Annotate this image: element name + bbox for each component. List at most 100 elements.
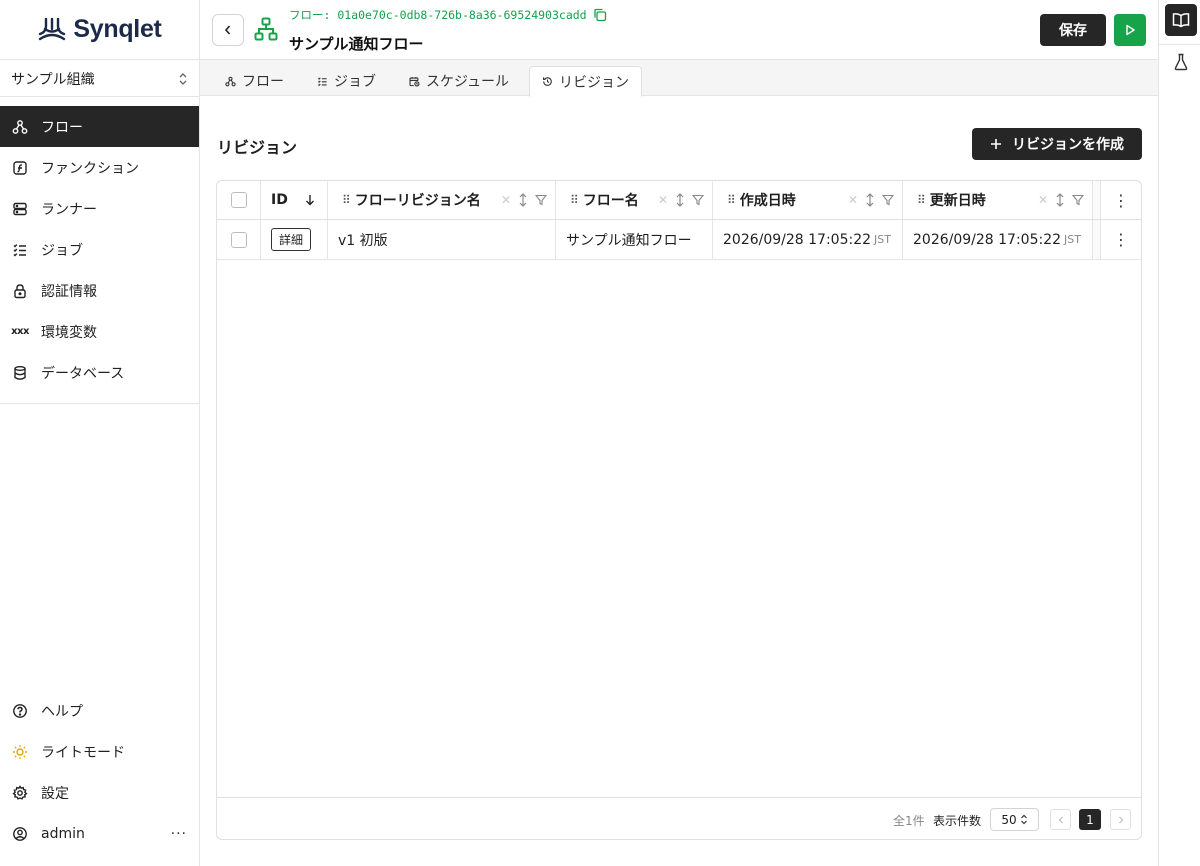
chevron-updown-icon [1020,814,1027,825]
sidebar-item-label: 環境変数 [41,324,97,341]
lock-icon [12,283,28,299]
prev-page-button[interactable] [1050,809,1071,830]
clear-icon[interactable]: ✕ [1038,193,1048,207]
column-header-id[interactable]: ID [261,181,328,219]
sidebar-item-theme[interactable]: ライトモード [0,731,199,772]
copy-icon[interactable] [593,8,607,22]
filter-icon[interactable] [882,194,894,206]
sort-icon[interactable] [519,193,527,207]
plus-icon [991,139,1001,149]
current-page[interactable]: 1 [1079,809,1101,830]
logo-text: Synqlet [73,15,162,43]
column-header-actions: ⋮ [1101,181,1141,219]
table-header: ID ⠿ フローリビジョン名 ✕ ⠿ フロー名 ✕ ⠿ 作成日時 ✕ ⠿ 更新日… [217,181,1141,220]
sidebar-item-settings[interactable]: 設定 [0,772,199,813]
column-label: フローリビジョン名 [354,193,481,209]
select-all-cell [217,181,261,219]
drag-handle-icon[interactable]: ⠿ [342,193,351,207]
more-icon[interactable]: ··· [171,826,187,842]
sidebar-item-label: 認証情報 [41,283,97,300]
sort-icon[interactable] [1056,193,1064,207]
revisions-table: ID ⠿ フローリビジョン名 ✕ ⠿ フロー名 ✕ ⠿ 作成日時 ✕ ⠿ 更新日… [216,180,1142,840]
column-menu-icon[interactable]: ⋮ [1113,191,1129,210]
sort-icon[interactable] [866,193,874,207]
chevron-right-icon [1118,816,1123,823]
column-actions: ✕ [501,193,547,207]
page-title: サンプル通知フロー [289,35,424,53]
sidebar-item-label: データベース [41,365,125,382]
row-checkbox[interactable] [230,231,247,248]
create-revision-button[interactable]: リビジョンを作成 [972,128,1142,160]
run-button[interactable] [1114,14,1146,46]
clear-icon[interactable]: ✕ [658,193,668,207]
updated-datetime: 2026/09/28 17:05:22 [913,231,1062,248]
gear-icon [12,784,28,801]
select-all-checkbox[interactable] [230,192,247,208]
docs-button[interactable] [1165,4,1197,36]
tab-label: スケジュール [426,74,510,90]
org-selector[interactable]: サンプル組織 [0,61,199,97]
created-timezone: JST [874,233,891,246]
tab-label: リビジョン [559,74,629,91]
tab-schedule[interactable]: スケジュール [397,66,521,96]
sidebar-item-runner[interactable]: ランナー [0,188,199,229]
column-header-revision-name[interactable]: ⠿ フローリビジョン名 ✕ [328,181,556,219]
sidebar-item-database[interactable]: データベース [0,352,199,393]
org-name: サンプル組織 [11,71,95,88]
column-header-created[interactable]: ⠿ 作成日時 ✕ [713,181,903,219]
updated-cell: 2026/09/28 17:05:22 JST [903,220,1093,259]
sort-icon[interactable] [676,193,684,207]
sidebar-item-flow[interactable]: フロー [0,106,199,147]
test-button[interactable] [1165,46,1197,78]
updated-timezone: JST [1064,233,1081,246]
logo[interactable]: Synqlet [0,0,199,60]
next-page-button[interactable] [1110,809,1131,830]
sidebar-item-label: ジョブ [41,242,83,259]
column-header-flow-name[interactable]: ⠿ フロー名 ✕ [556,181,713,219]
history-icon [543,77,552,86]
filter-icon[interactable] [1072,194,1084,206]
sidebar-item-jobs[interactable]: ジョブ [0,229,199,270]
user-icon [12,826,28,842]
tab-label: ジョブ [334,74,376,90]
clear-icon[interactable]: ✕ [848,193,858,207]
tab-revisions[interactable]: リビジョン [529,66,642,97]
tab-label: フロー [242,74,284,90]
drag-handle-icon[interactable]: ⠿ [727,193,736,207]
filter-icon[interactable] [535,194,547,206]
row-select-cell [217,220,261,259]
column-gap [1093,220,1101,259]
list-check-icon [12,242,28,258]
table-row: 詳細 v1 初版 サンプル通知フロー 2026/09/28 17:05:22 J… [217,220,1141,260]
sidebar-item-function[interactable]: ファンクション [0,147,199,188]
database-icon [12,365,28,381]
sidebar-item-help[interactable]: ヘルプ [0,690,199,731]
sidebar-item-label: 設定 [41,785,69,802]
save-button[interactable]: 保存 [1040,14,1106,46]
tab-jobs[interactable]: ジョブ [305,66,388,96]
flow-id: フロー: 01a0e70c-0db8-726b-8a36-69524903cad… [289,8,587,22]
sidebar-item-label: ファンクション [41,160,139,177]
drag-handle-icon[interactable]: ⠿ [917,193,926,207]
row-menu-icon[interactable]: ⋮ [1113,230,1129,249]
list-check-icon [317,76,327,86]
column-header-updated[interactable]: ⠿ 更新日時 ✕ [903,181,1093,219]
detail-button[interactable]: 詳細 [271,228,312,251]
flow-name-cell: サンプル通知フロー [556,220,713,259]
column-label: 作成日時 [739,193,796,209]
sidebar-item-credentials[interactable]: 認証情報 [0,270,199,311]
section-title: リビジョン [217,138,298,157]
sidebar-item-env-vars[interactable]: xxx 環境変数 [0,311,199,352]
sort-desc-icon[interactable] [305,194,315,206]
filter-icon[interactable] [692,194,704,206]
tab-bar: フロー ジョブ スケジュール リビジョン [200,60,1158,97]
id-cell: 詳細 [261,220,328,259]
clear-icon[interactable]: ✕ [501,193,511,207]
chevron-left-icon [224,25,231,35]
calendar-clock-icon [409,76,420,87]
back-button[interactable] [212,14,244,46]
sidebar-item-user[interactable]: admin ··· [0,813,199,854]
tab-flow[interactable]: フロー [213,66,296,96]
drag-handle-icon[interactable]: ⠿ [570,193,579,207]
per-page-select[interactable]: 50 [990,808,1039,831]
